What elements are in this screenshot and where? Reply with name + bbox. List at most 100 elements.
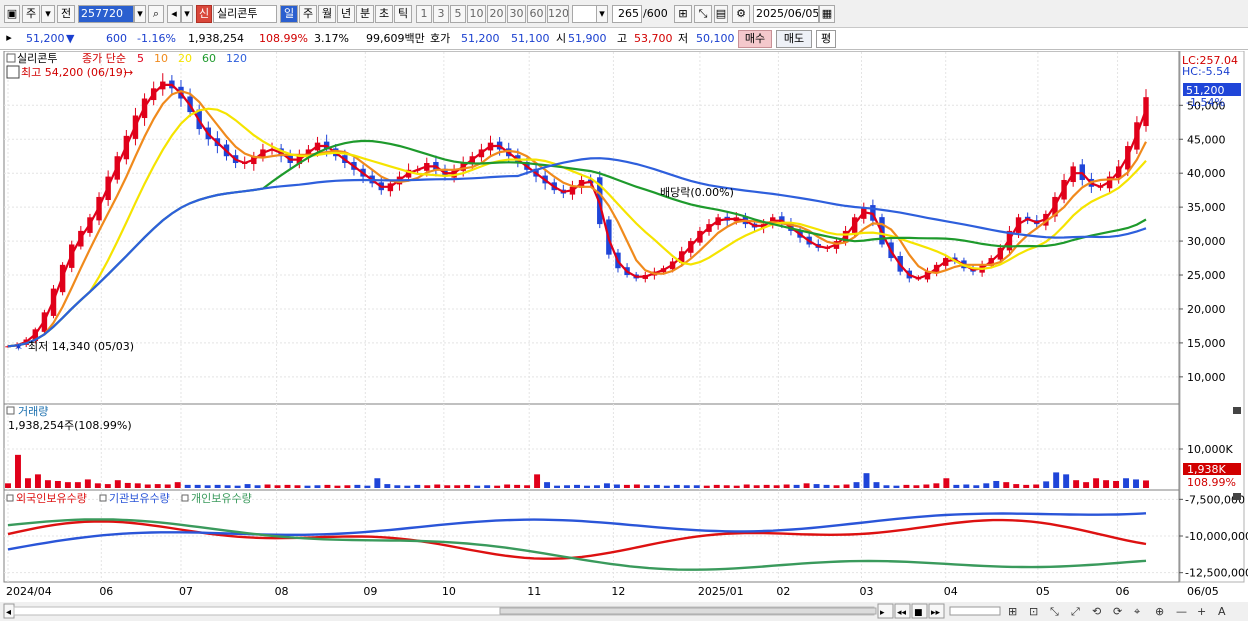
tab-period-0[interactable]: 일: [280, 5, 298, 23]
eval-button[interactable]: 평: [816, 30, 836, 48]
tab-period-3[interactable]: 년: [337, 5, 355, 23]
legend-ma120: 120: [226, 52, 247, 65]
volume-bar: [1083, 482, 1090, 488]
chevron-down-icon[interactable]: ▾: [181, 5, 193, 23]
ask-label: 호가: [430, 32, 451, 45]
nav-icon: ■: [914, 608, 923, 618]
volume-bar: [933, 483, 940, 488]
tab-period-4[interactable]: 분: [356, 5, 374, 23]
market-select[interactable]: 주: [22, 5, 40, 23]
zoom-slider[interactable]: [949, 606, 1001, 616]
gear-icon[interactable]: ⚙: [732, 5, 750, 23]
tool-icon[interactable]: ⤢: [1071, 605, 1080, 618]
interval-button-5[interactable]: 5: [450, 5, 466, 23]
interval-button-120[interactable]: 120: [547, 5, 569, 23]
volume-bar: [574, 484, 580, 488]
volume-bar: [803, 483, 810, 488]
high-note: 최고 54,200 (06/19): [21, 66, 127, 79]
chevron-down-icon[interactable]: ▾: [41, 5, 55, 23]
volume-bar: [943, 478, 950, 488]
holding-legend-box-icon: [6, 494, 14, 502]
window-icon[interactable]: ▣: [4, 5, 20, 23]
tool-icon[interactable]: ⟳: [1113, 605, 1122, 618]
volume-bar: [464, 484, 471, 488]
volume-bar: [374, 478, 381, 488]
volume-bar: [444, 485, 451, 488]
interval-button-10[interactable]: 10: [467, 5, 486, 23]
volume-legend-box-icon: [6, 406, 15, 415]
volume-bar: [953, 484, 960, 488]
maximize-icon[interactable]: [6, 65, 20, 79]
tool-icon[interactable]: ⌖: [1134, 605, 1140, 618]
tool-icon[interactable]: —: [1176, 605, 1187, 618]
tab-period-5[interactable]: 초: [375, 5, 393, 23]
chevron-down-icon[interactable]: ▾: [134, 5, 146, 23]
interval-button-3[interactable]: 3: [433, 5, 449, 23]
volume-bar: [254, 485, 261, 488]
volume-bar: [603, 483, 610, 488]
volume-bar: [104, 484, 111, 488]
volume-bar: [514, 484, 521, 488]
volume-bar: [1123, 478, 1130, 488]
down-triangle-icon: ▼: [66, 32, 75, 45]
sell-button[interactable]: 매도: [776, 30, 812, 48]
legend-ma5: 5: [137, 52, 144, 65]
toolbar: ▣ 주 ▾ 전 257720 ▾ ⌕ ◂ ▾ 신 실리콘투 일주월년분초틱 13…: [0, 0, 1248, 28]
trend-tool-icon[interactable]: ⤡: [694, 5, 712, 23]
volume-bar: [903, 484, 910, 488]
count-input[interactable]: 265: [612, 5, 642, 23]
volume-bar: [663, 485, 670, 488]
date-input[interactable]: 2025/06/05: [753, 5, 819, 23]
interval-button-20[interactable]: 20: [487, 5, 506, 23]
close-panel-icon[interactable]: [1233, 493, 1241, 500]
volume-bar: [214, 484, 221, 488]
volume-bar: [1043, 481, 1050, 488]
tool-icon[interactable]: ⊕: [1155, 605, 1164, 618]
search-icon[interactable]: ⌕: [148, 5, 164, 23]
chevron-down-icon[interactable]: ▾: [596, 5, 608, 23]
volume-bar: [703, 485, 710, 488]
save-icon[interactable]: ▤: [714, 5, 728, 23]
volume-value: 1,938,254: [188, 32, 244, 45]
price-tick-label: 25,000: [1187, 269, 1226, 282]
price-tick-label: 10,000: [1187, 371, 1226, 384]
volume-bar: [44, 480, 51, 488]
tool-icon[interactable]: ⟲: [1092, 605, 1101, 618]
scroll-thumb[interactable]: [499, 607, 877, 615]
candle-style-icon[interactable]: ⊞: [674, 5, 692, 23]
tab-period-6[interactable]: 틱: [394, 5, 412, 23]
prev-button[interactable]: 전: [57, 5, 75, 23]
volume-bar: [164, 484, 171, 488]
volume-bar: [94, 483, 101, 488]
tool-icon[interactable]: ⤡: [1050, 605, 1059, 618]
volume-bar: [454, 485, 461, 488]
volume-bar: [913, 485, 920, 488]
interval-button-1[interactable]: 1: [416, 5, 432, 23]
tool-icon[interactable]: ⊡: [1029, 605, 1038, 618]
price-tick-label: 45,000: [1187, 133, 1226, 146]
volume-bar: [793, 484, 800, 488]
interval-button-60[interactable]: 60: [527, 5, 546, 23]
code-input[interactable]: 257720: [78, 5, 134, 23]
volume-title: 거래량: [18, 405, 48, 418]
tab-period-2[interactable]: 월: [318, 5, 336, 23]
tool-icon[interactable]: A: [1218, 605, 1226, 618]
stock-name-field[interactable]: 실리콘투: [213, 5, 277, 23]
tab-period-1[interactable]: 주: [299, 5, 317, 23]
holding-legend-box-icon: [181, 494, 189, 502]
volume-bar: [15, 454, 21, 488]
speaker-icon[interactable]: ◂: [167, 5, 181, 23]
buy-button[interactable]: 매수: [738, 30, 772, 48]
expand-icon[interactable]: ▸: [3, 30, 15, 48]
x-tick-label: 03: [860, 585, 874, 598]
tool-icon[interactable]: ⊞: [1008, 605, 1017, 618]
close-panel-icon[interactable]: [1233, 407, 1241, 414]
volume-bar: [264, 484, 271, 488]
calendar-icon[interactable]: ▦: [819, 5, 835, 23]
price-change: 600: [106, 32, 127, 45]
tool-icon[interactable]: +: [1197, 605, 1206, 618]
volume-bar: [564, 485, 570, 488]
stock-chart[interactable]: 50,00045,00040,00035,00030,00025,00020,0…: [0, 51, 1248, 621]
volume-bar: [114, 480, 121, 488]
interval-button-30[interactable]: 30: [507, 5, 526, 23]
